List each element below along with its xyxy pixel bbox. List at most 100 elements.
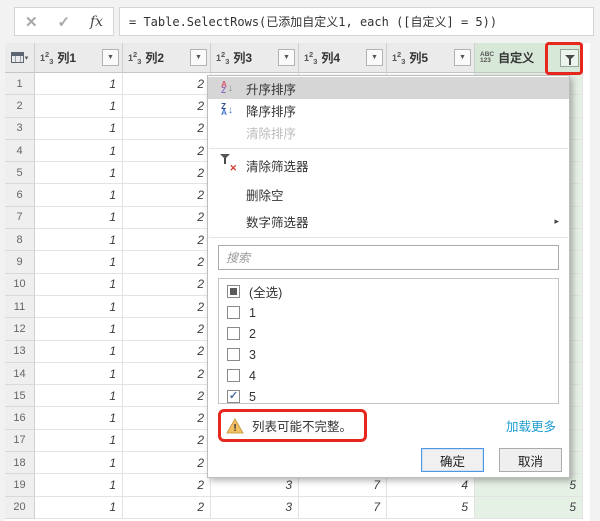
cancel-formula-icon[interactable]: ✕ xyxy=(25,13,38,31)
row-number[interactable]: 6 xyxy=(5,184,35,207)
row-number[interactable]: 1 xyxy=(5,73,35,96)
table-cell[interactable]: 2 xyxy=(123,251,211,274)
table-cell[interactable]: 1 xyxy=(35,362,123,386)
row-number[interactable]: 3 xyxy=(5,117,35,140)
table-cell[interactable]: 2 xyxy=(123,117,211,140)
filter-value-item[interactable]: (全选) xyxy=(219,281,558,302)
table-cell[interactable]: 1 xyxy=(35,407,123,430)
table-cell[interactable]: 1 xyxy=(35,385,123,408)
checkbox-unchecked-icon[interactable] xyxy=(227,348,240,361)
table-cell[interactable]: 5 xyxy=(475,496,583,519)
filter-value-item[interactable]: 4 xyxy=(219,365,558,386)
table-cell[interactable]: 1 xyxy=(35,318,123,341)
cancel-button[interactable]: 取消 xyxy=(499,448,562,472)
table-cell[interactable]: 1 xyxy=(35,251,123,274)
column-header-列4[interactable]: 123 列4 ▼ xyxy=(299,43,387,73)
table-cell[interactable]: 1 xyxy=(35,139,123,163)
row-number[interactable]: 5 xyxy=(5,162,35,185)
table-cell[interactable]: 1 xyxy=(35,273,123,296)
table-cell[interactable]: 1 xyxy=(35,206,123,230)
formula-input[interactable]: = Table.SelectRows(已添加自定义1, each ([自定义] … xyxy=(119,7,594,36)
table-cell[interactable]: 1 xyxy=(35,474,123,497)
row-number[interactable]: 17 xyxy=(5,429,35,453)
filter-value-item[interactable]: 2 xyxy=(219,323,558,344)
column-header-列5[interactable]: 123 列5 ▼ xyxy=(387,43,475,73)
table-cell[interactable]: 2 xyxy=(123,362,211,386)
menu-item-sort-ascending[interactable]: A Z ↓ 升序排序 xyxy=(208,77,569,99)
table-cell[interactable]: 2 xyxy=(123,229,211,252)
table-cell[interactable]: 1 xyxy=(35,452,123,475)
checkbox-indeterminate-icon[interactable] xyxy=(227,285,240,298)
filter-value-item[interactable]: 3 xyxy=(219,344,558,365)
column-dropdown-button[interactable]: ▼ xyxy=(190,49,207,66)
table-cell[interactable]: 2 xyxy=(123,139,211,163)
column-header-列1[interactable]: 123 列1 ▼ xyxy=(35,43,123,73)
fx-icon[interactable]: fx xyxy=(90,14,103,30)
table-cell[interactable]: 2 xyxy=(123,474,211,497)
table-cell[interactable]: 2 xyxy=(123,340,211,363)
search-input[interactable] xyxy=(218,245,559,270)
table-cell[interactable]: 2 xyxy=(123,273,211,296)
row-number[interactable]: 4 xyxy=(5,139,35,163)
column-filter-button[interactable] xyxy=(560,48,579,67)
column-dropdown-button[interactable]: ▼ xyxy=(454,49,471,66)
column-header-列2[interactable]: 123 列2 ▼ xyxy=(123,43,211,73)
table-cell[interactable]: 1 xyxy=(35,295,123,319)
table-cell[interactable]: 1 xyxy=(35,162,123,185)
table-cell[interactable]: 1 xyxy=(35,496,123,519)
row-number[interactable]: 13 xyxy=(5,340,35,363)
row-number[interactable]: 19 xyxy=(5,474,35,497)
table-cell[interactable]: 1 xyxy=(35,429,123,453)
row-number[interactable]: 20 xyxy=(5,496,35,519)
checkbox-checked-icon[interactable]: ✓ xyxy=(227,390,240,403)
row-number[interactable]: 15 xyxy=(5,385,35,408)
column-header-列3[interactable]: 123 列3 ▼ xyxy=(211,43,299,73)
row-number[interactable]: 2 xyxy=(5,95,35,118)
row-number[interactable]: 10 xyxy=(5,273,35,296)
table-cell[interactable]: 2 xyxy=(123,73,211,96)
column-dropdown-button[interactable]: ▼ xyxy=(366,49,383,66)
row-number[interactable]: 16 xyxy=(5,407,35,430)
table-cell[interactable]: 2 xyxy=(123,162,211,185)
row-number[interactable]: 8 xyxy=(5,229,35,252)
table-cell[interactable]: 1 xyxy=(35,184,123,207)
filter-value-item[interactable]: 1 xyxy=(219,302,558,323)
table-cell[interactable]: 1 xyxy=(35,229,123,252)
table-cell[interactable]: 3 xyxy=(211,496,299,519)
table-cell[interactable]: 1 xyxy=(35,117,123,140)
table-cell[interactable]: 2 xyxy=(123,206,211,230)
menu-item-sort-descending[interactable]: Z A ↓ 降序排序 xyxy=(208,99,569,121)
row-number[interactable]: 18 xyxy=(5,452,35,475)
table-cell[interactable]: 1 xyxy=(35,73,123,96)
table-cell[interactable]: 2 xyxy=(123,184,211,207)
table-cell[interactable]: 2 xyxy=(123,318,211,341)
table-cell[interactable]: 2 xyxy=(123,95,211,118)
filter-value-item[interactable]: ✓ 5 xyxy=(219,386,558,403)
menu-item-number-filters[interactable]: 数字筛选器 ▸ xyxy=(208,210,569,232)
row-number[interactable]: 9 xyxy=(5,251,35,274)
table-cell[interactable]: 1 xyxy=(35,95,123,118)
column-header-自定义[interactable]: ABC 123 自定义 xyxy=(475,43,583,73)
ok-button[interactable]: 确定 xyxy=(421,448,484,472)
row-number[interactable]: 14 xyxy=(5,362,35,386)
table-cell[interactable]: 2 xyxy=(123,429,211,453)
table-cell[interactable]: 7 xyxy=(299,496,387,519)
column-dropdown-button[interactable]: ▼ xyxy=(278,49,295,66)
table-cell[interactable]: 2 xyxy=(123,385,211,408)
checkbox-unchecked-icon[interactable] xyxy=(227,306,240,319)
row-number[interactable]: 7 xyxy=(5,206,35,230)
checkbox-unchecked-icon[interactable] xyxy=(227,369,240,382)
table-cell[interactable]: 1 xyxy=(35,340,123,363)
table-cell[interactable]: 5 xyxy=(387,496,475,519)
menu-item-clear-filter[interactable]: ✕ 清除筛选器 xyxy=(208,154,569,176)
table-cell[interactable]: 2 xyxy=(123,452,211,475)
load-more-link[interactable]: 加载更多 xyxy=(506,416,556,435)
confirm-formula-icon[interactable]: ✓ xyxy=(57,13,70,31)
table-cell[interactable]: 2 xyxy=(123,295,211,319)
column-dropdown-button[interactable]: ▼ xyxy=(102,49,119,66)
table-cell[interactable]: 2 xyxy=(123,407,211,430)
table-menu-button[interactable]: ▾ xyxy=(5,43,35,73)
row-number[interactable]: 12 xyxy=(5,318,35,341)
menu-item-remove-empty[interactable]: 删除空 xyxy=(208,183,569,205)
checkbox-unchecked-icon[interactable] xyxy=(227,327,240,340)
